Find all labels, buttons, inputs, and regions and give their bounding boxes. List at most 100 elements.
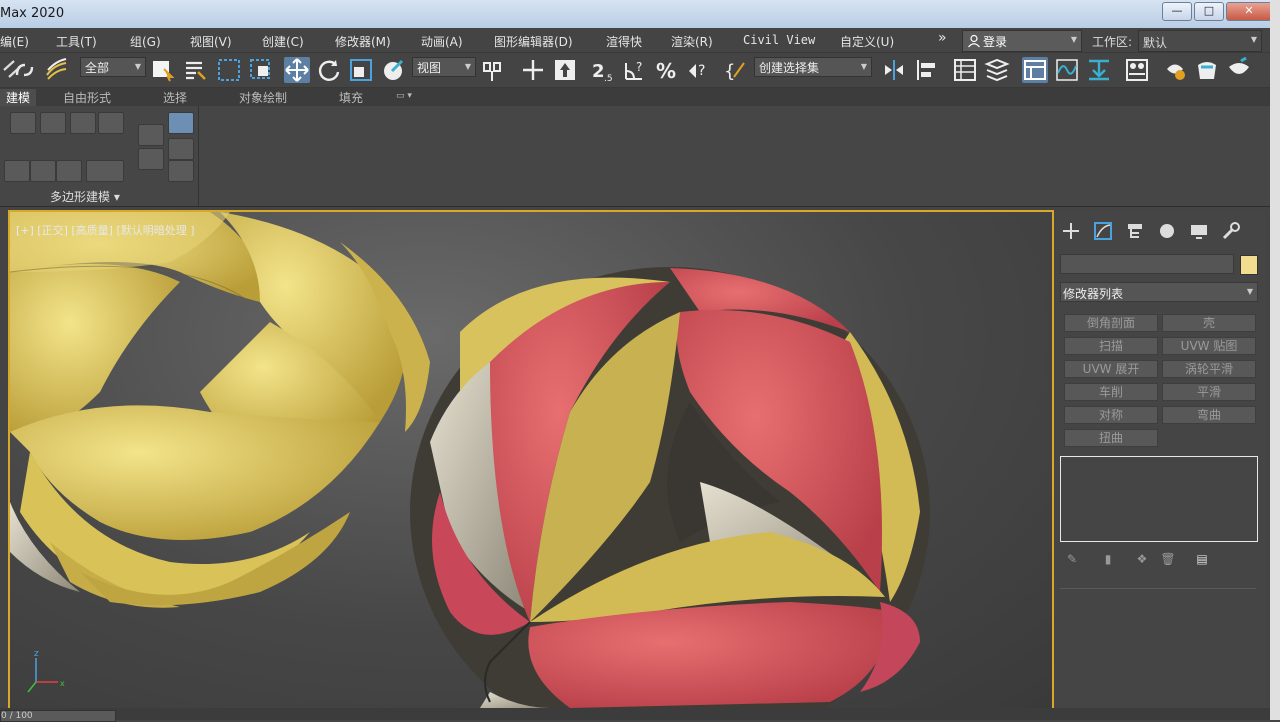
object-name-field[interactable] bbox=[1060, 254, 1234, 274]
curve-editor-icon[interactable] bbox=[1054, 57, 1080, 83]
modifier-sweep-button[interactable]: 扫描 bbox=[1064, 337, 1158, 355]
hierarchy-tab-icon[interactable] bbox=[1124, 220, 1146, 242]
modifier-turbosmooth-button[interactable]: 涡轮平滑 bbox=[1162, 360, 1256, 378]
modifier-bend-button[interactable]: 弯曲 bbox=[1162, 406, 1256, 424]
close-button[interactable]: ✕ bbox=[1226, 2, 1272, 21]
display-tab-icon[interactable] bbox=[1188, 220, 1210, 242]
window-crossing-icon[interactable] bbox=[248, 57, 274, 83]
modify-mode-icon[interactable] bbox=[138, 124, 164, 146]
ribbon-options-icon[interactable]: ▭ ▾ bbox=[396, 91, 412, 101]
layer-explorer-icon[interactable] bbox=[984, 57, 1010, 83]
pivot-center-icon[interactable] bbox=[480, 57, 506, 83]
polygon-mode-icon[interactable] bbox=[98, 112, 124, 134]
menu-animation[interactable]: 动画(A) bbox=[421, 33, 463, 50]
menu-edit[interactable]: 编(E) bbox=[0, 33, 29, 50]
menu-modifiers[interactable]: 修改器(M) bbox=[335, 33, 391, 50]
collapse-stack-icon[interactable] bbox=[4, 160, 30, 182]
constraint-icon[interactable] bbox=[168, 160, 194, 182]
vertex-mode-icon[interactable] bbox=[10, 112, 36, 134]
render-production-icon[interactable] bbox=[1226, 56, 1252, 83]
modifier-smooth-button[interactable]: 平滑 bbox=[1162, 383, 1256, 401]
border-mode-icon[interactable] bbox=[70, 112, 96, 134]
bind-space-warp-icon[interactable] bbox=[44, 57, 70, 83]
modifier-shell-button[interactable]: 壳 bbox=[1162, 314, 1256, 332]
align-icon[interactable] bbox=[914, 57, 940, 83]
named-selection-set-dropdown[interactable]: 创建选择集 ▼ bbox=[754, 57, 872, 77]
percent-snap-icon[interactable]: % bbox=[655, 57, 681, 83]
unlink-icon[interactable] bbox=[12, 57, 38, 83]
scale-icon[interactable] bbox=[348, 57, 374, 83]
modifier-lathe-button[interactable]: 车削 bbox=[1064, 383, 1158, 401]
menu-views[interactable]: 视图(V) bbox=[190, 33, 232, 50]
restore-button[interactable]: □ bbox=[1194, 2, 1224, 21]
edge-mode-icon[interactable] bbox=[40, 112, 66, 134]
modifier-bevel-profile-button[interactable]: 倒角剖面 bbox=[1064, 314, 1158, 332]
modifier-symmetry-button[interactable]: 对称 bbox=[1064, 406, 1158, 424]
tab-freeform[interactable]: 自由形式 bbox=[63, 89, 111, 106]
pin-stack-icon[interactable]: ✎ bbox=[1064, 552, 1080, 568]
time-slider-handle[interactable]: 0 / 100 bbox=[0, 710, 116, 722]
tab-populate[interactable]: 填充 bbox=[339, 89, 363, 106]
schematic-view-icon[interactable] bbox=[1086, 57, 1112, 83]
modifier-uvw-map-button[interactable]: UVW 贴图 bbox=[1162, 337, 1256, 355]
material-editor-icon[interactable] bbox=[1124, 57, 1150, 83]
spinner-snap-icon[interactable]: ? bbox=[686, 57, 712, 83]
select-object-icon[interactable] bbox=[150, 57, 176, 83]
menu-create[interactable]: 创建(C) bbox=[262, 33, 304, 50]
time-slider[interactable]: 0 / 100 bbox=[0, 708, 1270, 722]
modifier-twist-button[interactable]: 扭曲 bbox=[1064, 429, 1158, 447]
minimize-button[interactable]: — bbox=[1162, 2, 1192, 21]
rectangle-selection-icon[interactable] bbox=[216, 57, 242, 83]
workspace-dropdown[interactable]: 默认 ▼ bbox=[1138, 30, 1262, 52]
wrench-icon[interactable] bbox=[1220, 220, 1242, 242]
selection-filter-dropdown[interactable]: 全部 ▼ bbox=[80, 57, 146, 77]
keyboard-shortcut-icon[interactable] bbox=[552, 57, 578, 83]
make-unique-icon[interactable]: ❖ bbox=[1134, 552, 1150, 568]
move-icon[interactable] bbox=[284, 57, 310, 83]
snap-toggle-icon[interactable]: 2.5 bbox=[590, 57, 616, 84]
red-sphere[interactable] bbox=[410, 267, 930, 708]
object-color-swatch[interactable] bbox=[1240, 255, 1258, 275]
nurms-toggle-icon[interactable] bbox=[86, 160, 124, 182]
menu-group[interactable]: 组(G) bbox=[130, 33, 161, 50]
scene-explorer-icon[interactable] bbox=[952, 57, 978, 83]
reference-coordinate-dropdown[interactable]: 视图 ▼ bbox=[412, 57, 476, 77]
rendered-frame-icon[interactable] bbox=[1194, 57, 1220, 83]
pin-stack-icon[interactable] bbox=[168, 112, 194, 134]
edit-named-selection-icon[interactable]: { bbox=[722, 57, 748, 83]
menu-render-fast[interactable]: 渲得快 bbox=[606, 33, 642, 50]
placement-icon[interactable] bbox=[380, 57, 406, 83]
create-tab-icon[interactable] bbox=[1060, 220, 1082, 242]
menu-overflow-icon[interactable]: » bbox=[938, 30, 947, 46]
modify-tab-icon[interactable] bbox=[1092, 220, 1114, 242]
viewport-label[interactable]: [+] [正交] [高质量] [默认明暗处理 ] bbox=[16, 222, 195, 238]
yellow-sphere[interactable] bbox=[10, 212, 430, 608]
repeat-last-icon[interactable] bbox=[56, 160, 82, 182]
angle-snap-icon[interactable]: ? bbox=[622, 57, 648, 83]
modifier-stack[interactable] bbox=[1060, 456, 1258, 542]
login-dropdown[interactable]: 登录 ▼ bbox=[962, 30, 1082, 52]
select-by-name-icon[interactable] bbox=[182, 57, 208, 83]
tab-object-paint[interactable]: 对象绘制 bbox=[239, 89, 287, 106]
show-end-result-icon[interactable]: ▮ bbox=[1100, 552, 1116, 568]
show-end-result-icon[interactable] bbox=[168, 138, 194, 160]
menu-graph-editors[interactable]: 图形编辑器(D) bbox=[494, 33, 573, 50]
polygon-modeling-label[interactable]: 多边形建模 ▾ bbox=[50, 188, 120, 205]
menu-rendering[interactable]: 渲染(R) bbox=[671, 33, 713, 50]
generate-topology-icon[interactable] bbox=[138, 148, 164, 170]
preserve-uvs-icon[interactable] bbox=[30, 160, 56, 182]
rotate-icon[interactable] bbox=[316, 57, 342, 83]
menu-customize[interactable]: 自定义(U) bbox=[840, 33, 894, 50]
viewport-perspective[interactable]: z x [+] [正交] [高质量] [默认明暗处理 ] bbox=[8, 210, 1054, 710]
menu-civil-view[interactable]: Civil View bbox=[743, 33, 815, 47]
select-manipulate-icon[interactable] bbox=[520, 57, 546, 83]
ribbon-toggle-icon[interactable] bbox=[1022, 57, 1048, 83]
render-setup-icon[interactable] bbox=[1162, 57, 1188, 83]
window-scrollbar[interactable] bbox=[1270, 0, 1280, 720]
configure-modifier-sets-icon[interactable]: ▤ bbox=[1194, 552, 1210, 568]
mirror-icon[interactable] bbox=[882, 57, 908, 83]
tab-selection[interactable]: 选择 bbox=[163, 89, 187, 106]
motion-tab-icon[interactable] bbox=[1156, 220, 1178, 242]
menu-tools[interactable]: 工具(T) bbox=[56, 33, 97, 50]
modifier-unwrap-uvw-button[interactable]: UVW 展开 bbox=[1064, 360, 1158, 378]
